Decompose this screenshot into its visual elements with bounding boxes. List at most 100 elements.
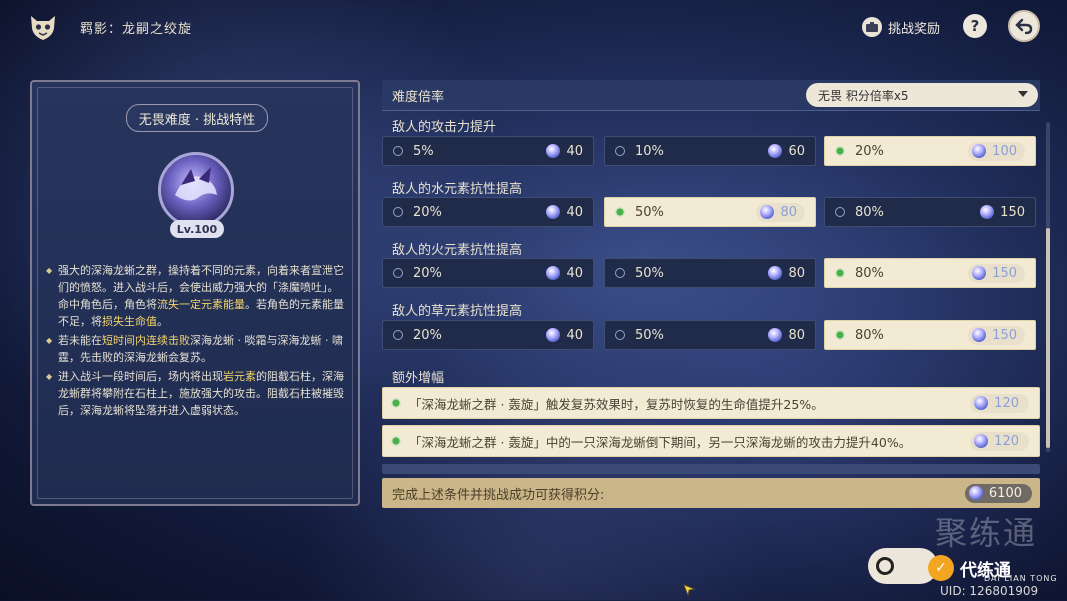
section-title: 敌人的草元素抗性提高 (392, 304, 523, 319)
primogem-icon (768, 328, 783, 342)
points-badge: 40 (546, 205, 583, 220)
option-50pct[interactable]: 50% 80 (604, 197, 816, 227)
back-arrow-icon (1015, 18, 1033, 35)
option-percent: 50% (635, 327, 664, 343)
trait-item: 强大的深海龙蜥之群，操持着不同的元素，向着来者宣泄它们的愤怒。进入战斗后，会使出… (46, 262, 346, 330)
option-percent: 10% (635, 143, 664, 159)
points-badge: 120 (970, 431, 1029, 451)
scrollbar-thumb[interactable] (1046, 228, 1050, 448)
option-percent: 20% (413, 327, 442, 343)
total-label: 完成上述条件并挑战成功可获得积分: (392, 487, 605, 503)
points-badge: 150 (980, 205, 1025, 220)
points-badge: 100 (968, 141, 1025, 161)
section-title: 敌人的火元素抗性提高 (392, 243, 523, 258)
radio-icon (393, 268, 403, 278)
option-5pct[interactable]: 5% 40 (382, 136, 594, 166)
primogem-icon (768, 266, 783, 280)
breadcrumb: 羁影：龙嗣之绞旋 (80, 22, 193, 37)
points-value: 120 (994, 433, 1019, 449)
option-percent: 20% (413, 265, 442, 281)
uid-label: UID: 126801909 (940, 584, 1039, 598)
back-button[interactable] (1008, 10, 1040, 42)
primogem-icon (968, 486, 983, 500)
help-icon: ? (970, 17, 980, 35)
radio-selected-icon (615, 207, 625, 217)
extra-option[interactable]: 「深海龙蜥之群 · 轰旋」中的一只深海龙蜥倒下期间，另一只深海龙蜥的攻击力提升4… (382, 425, 1040, 457)
extra-option-text: 「深海龙蜥之群 · 轰旋」中的一只深海龙蜥倒下期间，另一只深海龙蜥的攻击力提升4… (409, 434, 912, 450)
option-percent: 20% (855, 143, 884, 159)
extra-option[interactable]: 「深海龙蜥之群 · 轰旋」触发复苏效果时，复苏时恢复的生命值提升25%。 120 (382, 387, 1040, 419)
points-value: 100 (992, 143, 1017, 159)
points-badge: 150 (968, 263, 1025, 283)
points-value: 60 (788, 143, 805, 159)
points-badge: 40 (546, 144, 583, 159)
radio-selected-icon (391, 436, 401, 446)
points-badge: 120 (970, 393, 1029, 413)
primogem-icon (760, 205, 775, 219)
primogem-icon (768, 144, 783, 158)
panel-title: 无畏难度 · 挑战特性 (126, 104, 268, 132)
option-10pct[interactable]: 10% 60 (604, 136, 816, 166)
trait-description: 强大的深海龙蜥之群，操持着不同的元素，向着来者宣泄它们的愤怒。进入战斗后，会使出… (46, 262, 346, 421)
trait-item: 进入战斗一段时间后，场内将出现岩元素的阻截石柱，深海龙蜥群将攀附在石柱上，施放强… (46, 368, 346, 419)
points-badge: 150 (968, 325, 1025, 345)
points-value: 40 (566, 143, 583, 159)
radio-icon (615, 268, 625, 278)
option-80pct[interactable]: 80% 150 (824, 197, 1036, 227)
points-value: 80 (788, 327, 805, 343)
option-percent: 80% (855, 327, 884, 343)
option-50pct[interactable]: 50% 80 (604, 320, 816, 350)
radio-icon (835, 207, 845, 217)
section-title: 敌人的水元素抗性提高 (392, 182, 523, 197)
reward-icon (862, 17, 882, 37)
help-button[interactable]: ? (963, 14, 987, 38)
difficulty-label: 难度倍率 (392, 89, 445, 105)
total-points-bar: 完成上述条件并挑战成功可获得积分: 6100 (382, 478, 1040, 508)
points-badge: 40 (546, 266, 583, 281)
section-title: 敌人的攻击力提升 (392, 120, 497, 135)
divider (382, 464, 1040, 474)
radio-selected-icon (835, 146, 845, 156)
top-bar: 羁影：龙嗣之绞旋 挑战奖励 ? (0, 0, 1067, 56)
points-value: 150 (1000, 204, 1025, 220)
extra-option-text: 「深海龙蜥之群 · 轰旋」触发复苏效果时，复苏时恢复的生命值提升25%。 (409, 396, 824, 412)
total-points-value: 6100 (988, 485, 1022, 501)
reward-label: 挑战奖励 (888, 21, 941, 37)
points-value: 120 (994, 395, 1019, 411)
challenge-trait-panel: 无畏难度 · 挑战特性 Lv.100 强大的深海龙蜥之群，操持着不同的元素，向着… (30, 80, 360, 506)
chevron-down-icon (1018, 91, 1028, 97)
option-80pct[interactable]: 80% 150 (824, 320, 1036, 350)
radio-selected-icon (835, 268, 845, 278)
primogem-icon (972, 328, 987, 342)
challenge-reward-button[interactable]: 挑战奖励 (862, 14, 940, 40)
option-percent: 80% (855, 204, 884, 220)
difficulty-dropdown[interactable]: 无畏 积分倍率x5 (806, 83, 1038, 107)
option-20pct[interactable]: 20% 40 (382, 320, 594, 350)
primogem-icon (972, 144, 987, 158)
option-20pct[interactable]: 20% 100 (824, 136, 1036, 166)
points-badge: 80 (768, 266, 805, 281)
extra-title: 额外增幅 (392, 371, 445, 386)
radio-selected-icon (391, 398, 401, 408)
points-value: 80 (788, 265, 805, 281)
points-badge: 80 (768, 328, 805, 343)
primogem-icon (546, 205, 561, 219)
brand-subtitle: DAI LIAN TONG (984, 574, 1058, 583)
primogem-icon (980, 205, 995, 219)
option-percent: 50% (635, 204, 664, 220)
option-20pct[interactable]: 20% 40 (382, 197, 594, 227)
option-percent: 80% (855, 265, 884, 281)
radio-icon (393, 330, 403, 340)
level-badge: Lv.100 (170, 220, 224, 238)
points-value: 40 (566, 265, 583, 281)
difficulty-value: 无畏 积分倍率x5 (818, 88, 909, 103)
points-value: 40 (566, 204, 583, 220)
primogem-icon (546, 328, 561, 342)
points-value: 80 (780, 204, 797, 220)
boss-portrait (158, 152, 234, 228)
brand-mark-icon: ✓ (928, 555, 954, 581)
option-80pct[interactable]: 80% 150 (824, 258, 1036, 288)
option-20pct[interactable]: 20% 40 (382, 258, 594, 288)
radio-selected-icon (835, 330, 845, 340)
option-50pct[interactable]: 50% 80 (604, 258, 816, 288)
